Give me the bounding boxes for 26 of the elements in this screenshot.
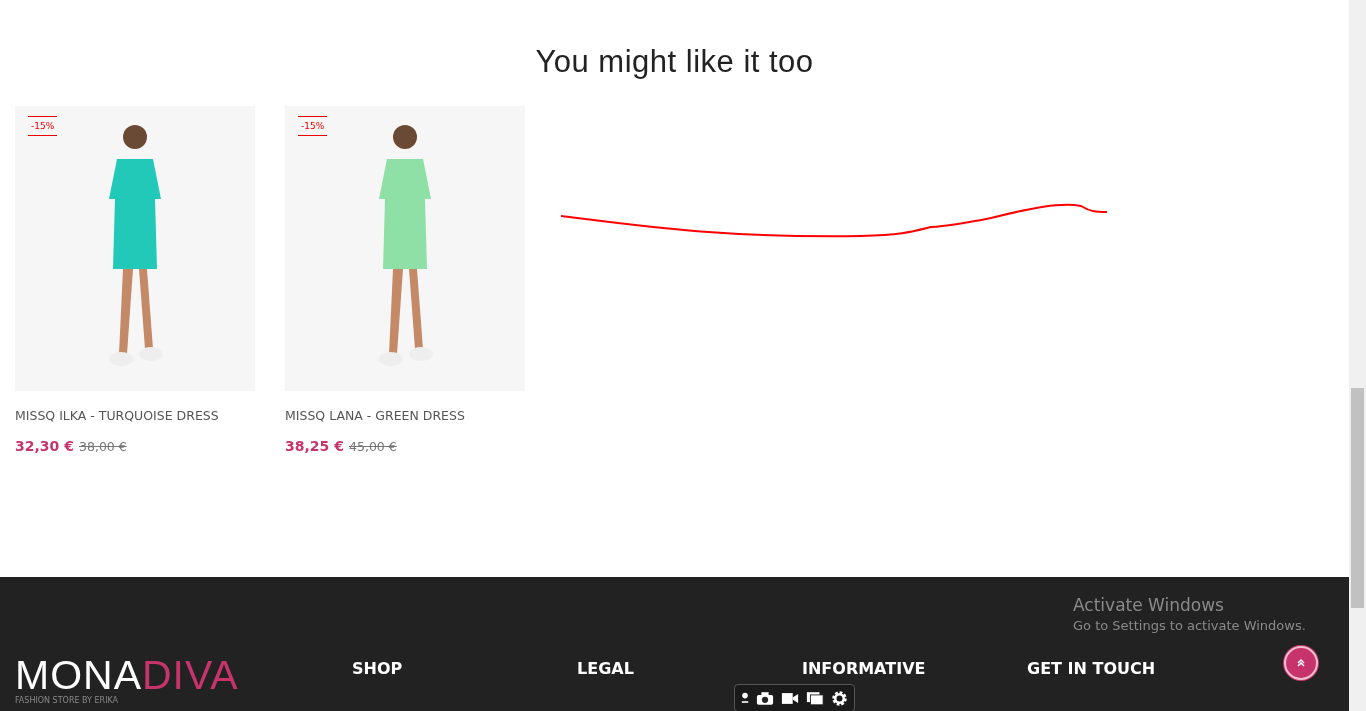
logo-tagline: FASHION STORE BY ERIKA <box>15 697 120 705</box>
footer-heading: LEGAL <box>577 659 635 678</box>
activation-notice-text: Go to Settings to activate Windows. <box>1073 618 1306 633</box>
product-name[interactable]: MISSQ LANA - GREEN DRESS <box>285 408 525 423</box>
camera-icon[interactable] <box>756 690 774 706</box>
settings-icon[interactable] <box>831 689 848 707</box>
footer-heading: SHOP <box>352 659 404 678</box>
scroll-to-top-button[interactable] <box>1284 646 1318 680</box>
original-price: 45,00 € <box>349 439 397 454</box>
double-chevron-up-icon <box>1295 657 1307 669</box>
footer-heading: GET IN TOUCH <box>1027 659 1157 678</box>
sale-price: 38,25 € <box>285 438 344 454</box>
section-title: You might like it too <box>534 44 815 80</box>
photo-placeholder[interactable]: -15% <box>15 106 255 391</box>
activation-notice-title: Activate Windows <box>1073 595 1225 615</box>
photo-placeholder[interactable]: -15% <box>285 106 525 391</box>
original-price: 38,00 € <box>79 439 127 454</box>
discount-badge: -15% <box>298 116 328 136</box>
sale-price: 32,30 € <box>15 438 74 454</box>
product-name[interactable]: MISSQ ILKA - TURQUOISE DRESS <box>15 408 255 423</box>
scrollbar[interactable] <box>1349 0 1366 711</box>
logo[interactable]: MONADIVA <box>15 655 352 696</box>
discount-badge: -15% <box>28 116 58 136</box>
video-camera-icon[interactable] <box>781 691 799 705</box>
footer-heading: INFORMATIVE <box>802 659 927 678</box>
windows-icon[interactable] <box>806 690 824 706</box>
